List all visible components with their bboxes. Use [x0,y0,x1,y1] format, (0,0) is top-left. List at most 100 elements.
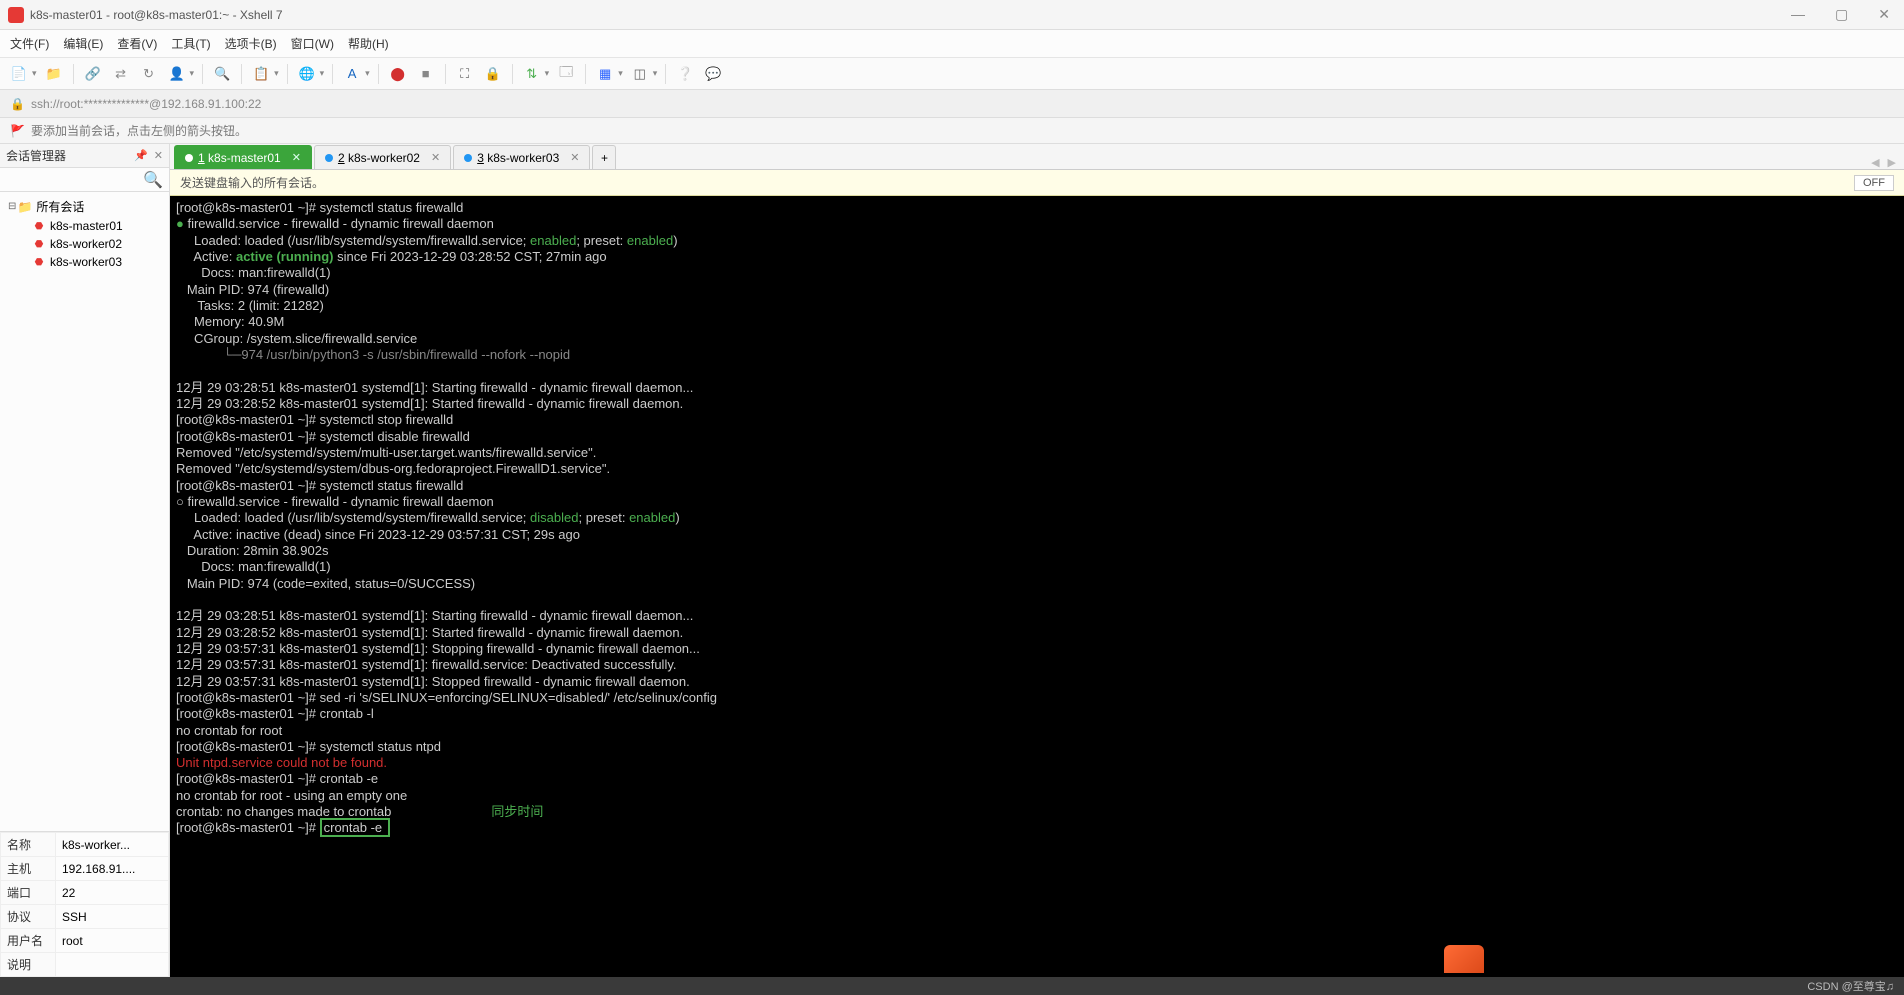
prop-port-label: 端口 [1,881,56,905]
panel-close-icon[interactable]: ✕ [154,149,163,162]
tree-root-label: 所有会话 [36,198,84,215]
prop-user-value: root [56,929,169,953]
info-bar: 🚩 要添加当前会话，点击左侧的箭头按钮。 [0,118,1904,144]
status-dot-icon [325,154,333,162]
tab-next-icon[interactable]: ▶ [1888,156,1896,169]
globe-icon[interactable]: 🌐 [296,63,318,85]
broadcast-banner: 发送键盘输入的所有会话。 OFF [170,170,1904,196]
session-tree: ⊟ 📁 所有会话 ⬣ k8s-master01 ⬣ k8s-worker02 ⬣… [0,192,169,831]
fullscreen-icon[interactable]: ⛶ [454,63,476,85]
layout-icon[interactable]: ◫ [629,63,651,85]
lock-icon[interactable]: 🔒 [482,63,504,85]
session-item-master01[interactable]: ⬣ k8s-master01 [4,217,165,235]
toolbar: 📄▾ 📁 🔗 ⇄ ↻ 👤▾ 🔍 📋▾ 🌐▾ A▾ ⬤ ■ ⛶ 🔒 ⇅▾ 🗔 ▦▾… [0,58,1904,90]
tab-label: 3 k8s-worker03 [477,151,559,165]
grid-icon[interactable]: ▦ [594,63,616,85]
prop-host-value: 192.168.91.... [56,857,169,881]
stop-icon[interactable]: ■ [415,63,437,85]
csdn-badge-icon [1444,945,1484,973]
banner-off-button[interactable]: OFF [1854,175,1894,191]
session-label: k8s-worker03 [50,255,122,269]
watermark: CSDN @至尊宝♫ [1807,978,1894,994]
prop-port-value: 22 [56,881,169,905]
prop-proto-value: SSH [56,905,169,929]
close-button[interactable]: ✕ [1872,6,1896,23]
address-url[interactable]: ssh://root:**************@192.168.91.100… [31,97,261,111]
app-icon [8,7,24,23]
tab-worker03[interactable]: 3 k8s-worker03 ✕ [453,145,590,169]
info-tip: 要添加当前会话，点击左侧的箭头按钮。 [31,122,247,139]
menu-bar: 文件(F) 编辑(E) 查看(V) 工具(T) 选项卡(B) 窗口(W) 帮助(… [0,30,1904,58]
session-manager: 会话管理器 📌 ✕ 🔍 ⊟ 📁 所有会话 ⬣ k8s-master01 ⬣ k8… [0,144,170,977]
address-bar: 🔒 ssh://root:**************@192.168.91.1… [0,90,1904,118]
maximize-button[interactable]: ▢ [1829,6,1854,23]
prop-name-value: k8s-worker... [56,833,169,857]
profile-icon[interactable]: 👤 [166,63,188,85]
prop-host-label: 主机 [1,857,56,881]
address-lock-icon: 🔒 [10,97,25,111]
minimize-button[interactable]: — [1785,6,1811,23]
session-label: k8s-worker02 [50,237,122,251]
flag-icon: 🚩 [10,124,25,138]
cursor-input[interactable]: crontab -e [320,818,390,837]
session-search[interactable]: 🔍 [0,168,169,192]
session-item-worker02[interactable]: ⬣ k8s-worker02 [4,235,165,253]
font-icon[interactable]: A [341,63,363,85]
prop-desc-label: 说明 [1,953,56,977]
menu-file[interactable]: 文件(F) [10,35,49,52]
pin-icon[interactable]: 📌 [134,149,148,162]
search-icon[interactable]: 🔍 [211,63,233,85]
tab-close-icon[interactable]: ✕ [292,151,301,164]
tab-close-icon[interactable]: ✕ [570,151,579,164]
title-bar: k8s-master01 - root@k8s-master01:~ - Xsh… [0,0,1904,30]
menu-tools[interactable]: 工具(T) [171,35,210,52]
link-icon[interactable]: 🔗 [82,63,104,85]
collapse-icon[interactable]: ⊟ [8,201,16,212]
new-session-icon[interactable]: 📄 [8,63,30,85]
tab-close-icon[interactable]: ✕ [431,151,440,164]
session-properties: 名称k8s-worker... 主机192.168.91.... 端口22 协议… [0,831,169,977]
tab-prev-icon[interactable]: ◀ [1871,156,1879,169]
help-icon[interactable]: ❔ [674,63,696,85]
prop-proto-label: 协议 [1,905,56,929]
tab-add-button[interactable]: + [592,145,616,169]
disconnect-icon[interactable]: ⇄ [110,63,132,85]
window-title: k8s-master01 - root@k8s-master01:~ - Xsh… [30,8,283,22]
tree-root[interactable]: ⊟ 📁 所有会话 [4,196,165,217]
record-icon[interactable]: ⬤ [387,63,409,85]
tab-label: 1 k8s-master01 [198,151,281,165]
tab-worker02[interactable]: 2 k8s-worker02 ✕ [314,145,451,169]
menu-help[interactable]: 帮助(H) [348,35,389,52]
folder-icon: 📁 [18,200,32,214]
transfer-icon[interactable]: ⇅ [521,63,543,85]
menu-window[interactable]: 窗口(W) [291,35,334,52]
tab-master01[interactable]: 1 k8s-master01 ✕ [174,145,312,169]
session-item-worker03[interactable]: ⬣ k8s-worker03 [4,253,165,271]
session-manager-title: 会话管理器 [6,147,66,164]
session-manager-header: 会话管理器 📌 ✕ [0,144,169,168]
status-dot-icon [464,154,472,162]
copy-icon[interactable]: 📋 [250,63,272,85]
clear-icon[interactable]: 🗔 [555,63,577,85]
prop-name-label: 名称 [1,833,56,857]
chat-icon[interactable]: 💬 [702,63,724,85]
tabs-row: 1 k8s-master01 ✕ 2 k8s-worker02 ✕ 3 k8s-… [170,144,1904,170]
menu-view[interactable]: 查看(V) [117,35,157,52]
tab-label: 2 k8s-worker02 [338,151,420,165]
status-bar: CSDN @至尊宝♫ [0,977,1904,995]
reconnect-icon[interactable]: ↻ [138,63,160,85]
search-icon: 🔍 [143,170,163,190]
menu-tabs[interactable]: 选项卡(B) [225,35,277,52]
banner-text: 发送键盘输入的所有会话。 [180,174,324,191]
status-dot-icon [185,154,193,162]
session-icon: ⬣ [32,219,46,233]
session-icon: ⬣ [32,255,46,269]
session-label: k8s-master01 [50,219,123,233]
terminal[interactable]: [root@k8s-master01 ~]# systemctl status … [170,196,1904,977]
open-icon[interactable]: 📁 [43,63,65,85]
menu-edit[interactable]: 编辑(E) [63,35,103,52]
annotation-label: 同步时间 [491,804,543,819]
session-icon: ⬣ [32,237,46,251]
prop-user-label: 用户名 [1,929,56,953]
prop-desc-value [56,953,169,977]
